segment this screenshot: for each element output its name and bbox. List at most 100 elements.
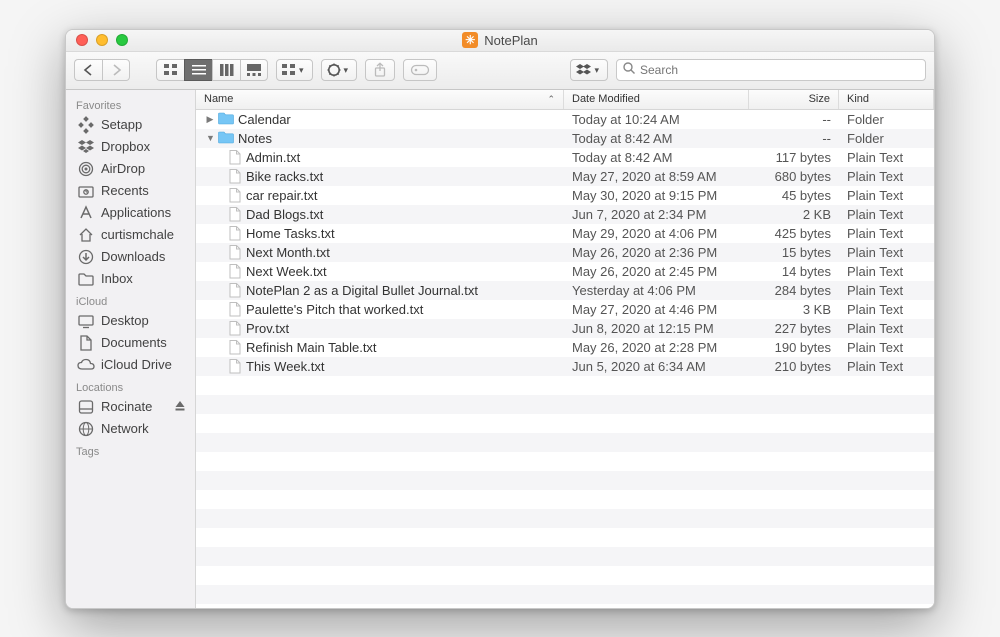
traffic-lights	[66, 34, 128, 46]
search-input[interactable]	[640, 63, 919, 77]
text-file-icon	[228, 168, 242, 184]
list-view-button[interactable]	[184, 59, 212, 81]
back-button[interactable]	[74, 59, 102, 81]
file-name: Home Tasks.txt	[246, 226, 335, 241]
folder-icon	[218, 131, 234, 145]
sidebar-item[interactable]: curtismchale	[66, 224, 195, 246]
forward-button[interactable]	[102, 59, 130, 81]
empty-row	[196, 547, 934, 566]
dropbox-toolbar-button[interactable]: ▾	[570, 59, 608, 81]
file-row[interactable]: Next Month.txtMay 26, 2020 at 2:36 PM15 …	[196, 243, 934, 262]
minimize-window-button[interactable]	[96, 34, 108, 46]
sidebar-item[interactable]: iCloud Drive	[66, 354, 195, 376]
window-title: NotePlan	[484, 33, 537, 48]
folder-icon	[78, 271, 94, 287]
sort-ascending-icon: ⌃	[547, 94, 555, 105]
sidebar-item[interactable]: Documents	[66, 332, 195, 354]
titlebar: ✳ NotePlan	[66, 30, 934, 52]
column-header-date-label: Date Modified	[572, 93, 640, 105]
sidebar-item[interactable]: Desktop	[66, 310, 195, 332]
file-row[interactable]: Home Tasks.txtMay 29, 2020 at 4:06 PM425…	[196, 224, 934, 243]
file-name: This Week.txt	[246, 359, 325, 374]
file-row[interactable]: Dad Blogs.txtJun 7, 2020 at 2:34 PM2 KBP…	[196, 205, 934, 224]
empty-row	[196, 566, 934, 585]
file-name: Next Month.txt	[246, 245, 330, 260]
sidebar-item[interactable]: Inbox	[66, 268, 195, 290]
sidebar-section-header: Favorites	[66, 94, 195, 114]
text-file-icon	[228, 358, 242, 374]
file-size: 284 bytes	[749, 283, 839, 298]
file-size: 3 KB	[749, 302, 839, 317]
sidebar-item[interactable]: Recents	[66, 180, 195, 202]
file-kind: Plain Text	[839, 321, 934, 336]
sidebar-item[interactable]: Dropbox	[66, 136, 195, 158]
file-date: Jun 7, 2020 at 2:34 PM	[564, 207, 749, 222]
column-header-size[interactable]: Size	[749, 90, 839, 109]
file-name: Notes	[238, 131, 272, 146]
sidebar-item[interactable]: AirDrop	[66, 158, 195, 180]
column-header-date[interactable]: Date Modified	[564, 90, 749, 109]
sidebar-item-label: curtismchale	[101, 227, 174, 242]
file-row[interactable]: Bike racks.txtMay 27, 2020 at 8:59 AM680…	[196, 167, 934, 186]
desktop-icon	[78, 313, 94, 329]
file-row[interactable]: This Week.txtJun 5, 2020 at 6:34 AM210 b…	[196, 357, 934, 376]
column-header-kind[interactable]: Kind	[839, 90, 934, 109]
sidebar-item[interactable]: Downloads	[66, 246, 195, 268]
file-row[interactable]: Paulette's Pitch that worked.txt May 27, …	[196, 300, 934, 319]
file-name: Paulette's Pitch that worked.txt	[246, 302, 423, 317]
file-name: Prov.txt	[246, 321, 289, 336]
file-kind: Plain Text	[839, 245, 934, 260]
file-row[interactable]: NotePlan 2 as a Digital Bullet Journal.t…	[196, 281, 934, 300]
tags-button[interactable]	[403, 59, 437, 81]
empty-row	[196, 414, 934, 433]
sidebar-item-label: Dropbox	[101, 139, 150, 154]
search-icon	[623, 61, 635, 79]
share-button[interactable]	[365, 59, 395, 81]
text-file-icon	[228, 244, 242, 260]
file-row[interactable]: Admin.txtToday at 8:42 AM117 bytesPlain …	[196, 148, 934, 167]
airdrop-icon	[78, 161, 94, 177]
group-by-button[interactable]: ▾	[276, 59, 313, 81]
file-row[interactable]: Prov.txtJun 8, 2020 at 12:15 PM227 bytes…	[196, 319, 934, 338]
nav-segment	[74, 59, 130, 81]
network-icon	[78, 421, 94, 437]
applications-icon	[78, 205, 94, 221]
disclosure-triangle[interactable]: ▼	[204, 133, 214, 143]
text-file-icon	[228, 263, 242, 279]
disclosure-triangle[interactable]: ▶	[204, 114, 214, 125]
file-row[interactable]: Refinish Main Table.txtMay 26, 2020 at 2…	[196, 338, 934, 357]
finder-window: ✳ NotePlan	[65, 29, 935, 609]
documents-icon	[78, 335, 94, 351]
sidebar-item[interactable]: Rocinate	[66, 396, 195, 418]
close-window-button[interactable]	[76, 34, 88, 46]
text-file-icon	[228, 149, 242, 165]
zoom-window-button[interactable]	[116, 34, 128, 46]
file-date: May 30, 2020 at 9:15 PM	[564, 188, 749, 203]
file-row[interactable]: Next Week.txtMay 26, 2020 at 2:45 PM14 b…	[196, 262, 934, 281]
folder-row[interactable]: ▶CalendarToday at 10:24 AM--Folder	[196, 110, 934, 129]
icon-view-button[interactable]	[156, 59, 184, 81]
sidebar-item-label: Recents	[101, 183, 149, 198]
column-view-button[interactable]	[212, 59, 240, 81]
file-name: Next Week.txt	[246, 264, 327, 279]
file-date: May 29, 2020 at 4:06 PM	[564, 226, 749, 241]
sidebar-item[interactable]: Setapp	[66, 114, 195, 136]
disk-icon	[78, 399, 94, 415]
action-menu-button[interactable]: ▾	[321, 59, 358, 81]
sidebar-item-label: Documents	[101, 335, 167, 350]
folder-row[interactable]: ▼NotesToday at 8:42 AM--Folder	[196, 129, 934, 148]
file-row[interactable]: car repair.txtMay 30, 2020 at 9:15 PM45 …	[196, 186, 934, 205]
sidebar-item-label: Downloads	[101, 249, 165, 264]
sidebar-item-label: Setapp	[101, 117, 142, 132]
gallery-view-button[interactable]	[240, 59, 268, 81]
file-date: May 27, 2020 at 4:46 PM	[564, 302, 749, 317]
file-size: 117 bytes	[749, 150, 839, 165]
view-mode-segment	[156, 59, 268, 81]
column-header-name[interactable]: Name ⌃	[196, 90, 564, 109]
search-field[interactable]	[616, 59, 926, 81]
sidebar-item[interactable]: Applications	[66, 202, 195, 224]
sidebar-item-label: Inbox	[101, 271, 133, 286]
eject-icon[interactable]	[175, 399, 185, 414]
sidebar-item[interactable]: Network	[66, 418, 195, 440]
chevron-down-icon: ▾	[341, 65, 352, 76]
